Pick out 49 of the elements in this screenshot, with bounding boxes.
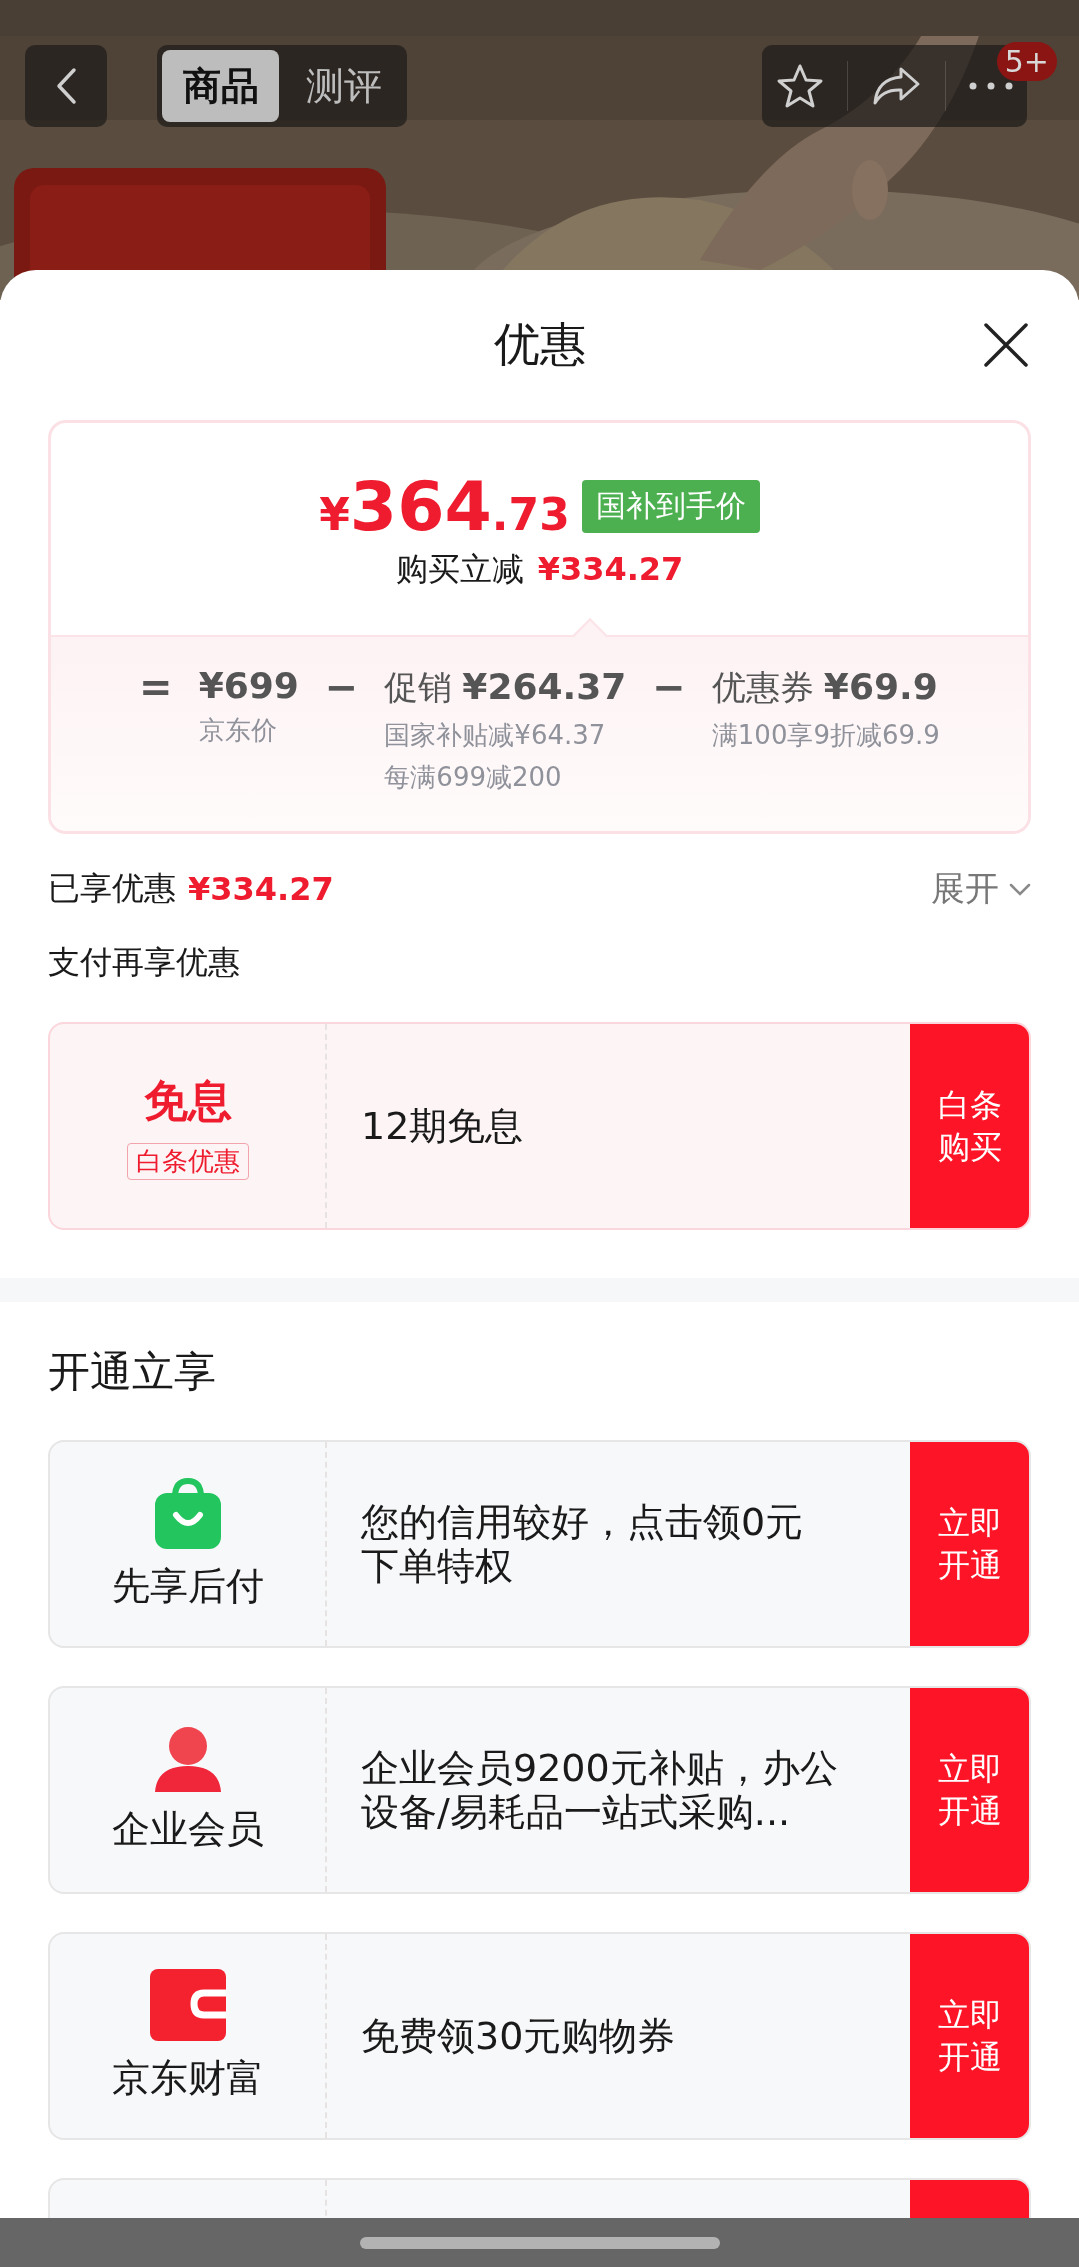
- chevron-down-icon: [1009, 882, 1031, 896]
- more-icon: [969, 82, 1014, 90]
- operator-sign: =: [139, 665, 173, 709]
- wallet-icon: [149, 1968, 226, 2041]
- breakdown-note: 每满699减200: [384, 761, 563, 794]
- star-icon: [775, 63, 824, 109]
- breakdown-note: 京东价: [198, 714, 278, 747]
- breakdown-amount: ¥264.37: [462, 666, 627, 707]
- sheet-title: 优惠: [493, 316, 586, 373]
- buy-button[interactable]: 白条购买: [910, 1024, 1029, 1228]
- breakdown-note: 国家补贴减¥64.37: [384, 719, 607, 752]
- offer-text: 12期免息: [361, 1104, 524, 1148]
- discount-amount: ¥334.27: [188, 870, 334, 908]
- close-button[interactable]: [983, 322, 1029, 368]
- close-icon: [983, 322, 1029, 368]
- offer-text: 企业会员9200元补贴，办公设备/易耗品一站式采购...: [361, 1746, 839, 1834]
- operator-sign: −: [652, 665, 686, 709]
- activate-button[interactable]: 立即开通: [910, 1442, 1029, 1646]
- person-icon: [152, 1725, 223, 1792]
- operator-sign: −: [324, 665, 359, 709]
- offer-name: 京东财富: [111, 2054, 264, 2102]
- share-icon: [871, 65, 922, 107]
- saving-amount: ¥334.27: [537, 549, 684, 588]
- offer-name: 先享后付: [111, 1562, 264, 1610]
- notification-badge: 5+: [996, 42, 1057, 81]
- breakdown-amount: ¥699: [198, 665, 299, 706]
- saving-label: 购买立减: [395, 548, 524, 590]
- shopping-bag-icon: [152, 1476, 223, 1549]
- offer-title: 免息: [143, 1074, 232, 1128]
- discount-label: 已享优惠: [48, 868, 176, 909]
- offer-name: 企业会员: [111, 1805, 264, 1853]
- offer-text: 免费领30元购物券: [361, 2014, 676, 2058]
- offer-tag: 白条优惠: [126, 1143, 249, 1180]
- offer-text: 您的信用较好，点击领0元下单特权: [361, 1500, 805, 1588]
- section-subtitle: 支付再享优惠: [48, 942, 241, 983]
- price-tag: 国补到手价: [581, 479, 760, 533]
- back-icon: [55, 67, 77, 105]
- breakdown-amount: ¥69.9: [823, 666, 938, 707]
- back-button[interactable]: [25, 45, 107, 127]
- activate-button[interactable]: 立即开通: [910, 1688, 1029, 1892]
- final-price: ¥364.73: [319, 466, 570, 546]
- section-title: 开通立享: [48, 1346, 217, 1398]
- expand-button[interactable]: 展开: [931, 866, 1031, 912]
- breakdown-label: 优惠券: [711, 666, 814, 709]
- tab[interactable]: 商品: [162, 50, 279, 122]
- tab[interactable]: 测评: [285, 50, 402, 122]
- breakdown-label: 促销: [384, 666, 453, 709]
- activate-button[interactable]: 立即开通: [910, 1934, 1029, 2138]
- breakdown-note: 满100享9折减69.9: [711, 719, 940, 752]
